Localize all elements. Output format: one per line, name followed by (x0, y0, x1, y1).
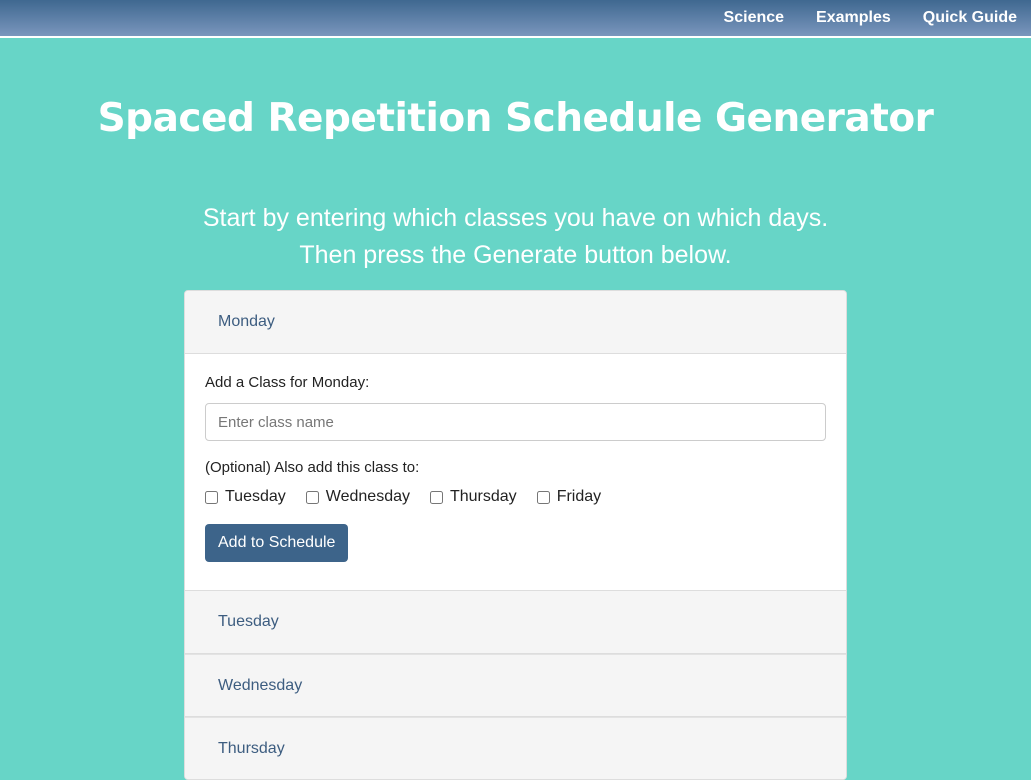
page-title: Spaced Repetition Schedule Generator (97, 96, 934, 141)
intro-text: Start by entering which classes you have… (0, 200, 1031, 274)
add-class-label: Add a Class for Monday: (205, 374, 370, 391)
day-header-monday[interactable]: Monday (185, 291, 846, 354)
day-header-tuesday[interactable]: Tuesday (185, 591, 846, 654)
checkbox-wednesday[interactable]: Wednesday (305, 488, 410, 506)
checkbox-tuesday[interactable]: Tuesday (205, 488, 286, 506)
optional-days-label: (Optional) Also add this class to: (205, 459, 420, 476)
checkbox-friday-label: Friday (556, 488, 602, 505)
nav-link-quick-guide[interactable]: Quick Guide (923, 9, 1017, 27)
checkbox-friday[interactable]: Friday (536, 488, 602, 506)
checkbox-thursday-input[interactable] (429, 490, 443, 504)
add-to-schedule-button[interactable]: Add to Schedule (205, 524, 349, 562)
nav-link-science[interactable]: Science (724, 9, 784, 27)
extra-days-checkboxes: Tuesday Wednesday Thursday Friday (205, 488, 826, 506)
top-navbar: Science Examples Quick Guide (0, 0, 1031, 38)
class-name-input[interactable] (205, 403, 826, 441)
nav-links: Science Examples Quick Guide (692, 0, 1017, 36)
schedule-accordion: Monday Add a Class for Monday: (Optional… (184, 290, 847, 780)
checkbox-wednesday-input[interactable] (305, 490, 319, 504)
day-header-wednesday[interactable]: Wednesday (185, 654, 846, 717)
checkbox-thursday-label: Thursday (449, 488, 517, 505)
checkbox-tuesday-label: Tuesday (225, 488, 286, 505)
checkbox-wednesday-label: Wednesday (325, 488, 410, 505)
checkbox-thursday[interactable]: Thursday (429, 488, 517, 506)
intro-line-2: Then press the Generate button below. (299, 241, 732, 269)
intro-line-1: Start by entering which classes you have… (202, 204, 829, 232)
checkbox-tuesday-input[interactable] (205, 490, 218, 504)
nav-link-examples[interactable]: Examples (816, 9, 891, 27)
day-header-thursday[interactable]: Thursday (185, 717, 846, 779)
checkbox-friday-input[interactable] (536, 490, 550, 504)
day-body-monday: Add a Class for Monday: (Optional) Also … (185, 354, 846, 591)
